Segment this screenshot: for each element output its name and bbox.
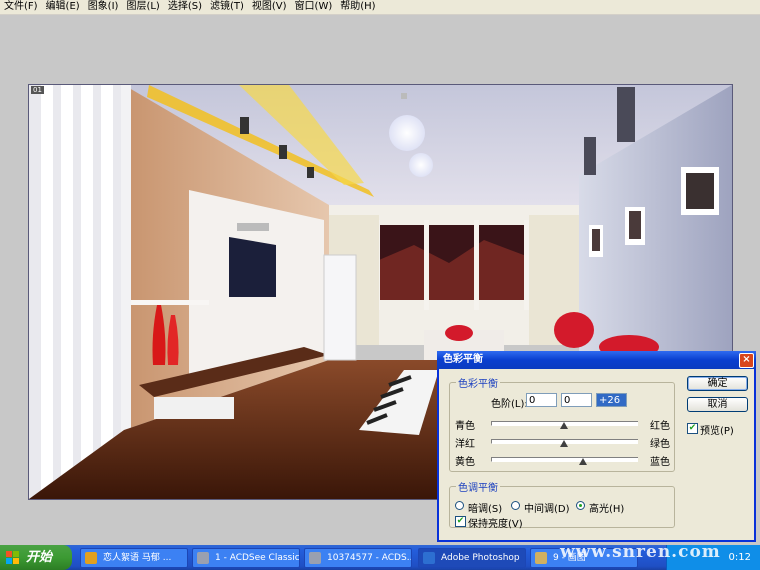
slider-thumb-icon[interactable] xyxy=(560,440,568,447)
preview-label: 预览(P) xyxy=(700,426,734,437)
radio-midtones[interactable] xyxy=(511,501,520,510)
task-button-photoshop[interactable]: Adobe Photoshop xyxy=(418,548,526,568)
task-button-music[interactable]: 恋人絮语 马郁 ... xyxy=(80,548,188,568)
task-button-acdsee-2[interactable]: 10374577 - ACDS... xyxy=(304,548,412,568)
menu-help[interactable]: 帮助(H) xyxy=(336,0,379,14)
level-cyan-red-input[interactable] xyxy=(526,393,557,407)
cancel-button[interactable]: 取消 xyxy=(687,397,748,412)
music-app-icon xyxy=(85,552,97,564)
slider-label-red: 红色 xyxy=(650,421,670,432)
radio-highlights-label: 高光(H) xyxy=(589,504,625,515)
slider-label-yellow: 黄色 xyxy=(455,457,475,468)
dialog-titlebar[interactable]: 色彩平衡 × xyxy=(437,351,756,369)
preserve-luminosity-checkbox[interactable]: ✔ xyxy=(455,516,466,527)
photoshop-icon xyxy=(423,552,435,564)
menu-window[interactable]: 窗口(W) xyxy=(291,0,337,14)
menu-file[interactable]: 文件(F) xyxy=(0,0,42,14)
yellow-blue-slider[interactable] xyxy=(491,457,638,462)
menu-view[interactable]: 视图(V) xyxy=(248,0,291,14)
preserve-luminosity-label: 保持亮度(V) xyxy=(468,519,523,530)
color-balance-legend: 色彩平衡 xyxy=(458,379,498,390)
tone-balance-legend: 色调平衡 xyxy=(458,483,498,494)
menu-edit[interactable]: 编辑(E) xyxy=(42,0,84,14)
start-button[interactable]: 开始 xyxy=(0,545,72,570)
task-label: 恋人絮语 马郁 ... xyxy=(103,553,172,563)
slider-label-green: 绿色 xyxy=(650,439,670,450)
slider-label-cyan: 青色 xyxy=(455,421,475,432)
menu-select[interactable]: 选择(S) xyxy=(164,0,206,14)
start-label: 开始 xyxy=(26,550,53,565)
preview-checkbox[interactable]: ✔ xyxy=(687,423,698,434)
watermark: www.snren.com xyxy=(560,542,721,562)
radio-shadows[interactable] xyxy=(455,501,464,510)
slider-thumb-icon[interactable] xyxy=(560,422,568,429)
radio-shadows-label: 暗调(S) xyxy=(468,504,503,515)
tv-console-top xyxy=(237,223,269,231)
slider-label-blue: 蓝色 xyxy=(650,457,670,468)
color-balance-dialog: 色彩平衡 × 色彩平衡 色阶(L): 青色 红色 洋红 绿色 黄色 蓝色 色调平… xyxy=(437,351,756,542)
slider-label-magenta: 洋红 xyxy=(455,439,475,450)
paint-icon xyxy=(535,552,547,564)
ok-button[interactable]: 确定 xyxy=(687,376,748,391)
task-button-acdsee-1[interactable]: 1 - ACDSee Classic xyxy=(192,548,300,568)
slider-thumb-icon[interactable] xyxy=(579,458,587,465)
menu-bar: 文件(F) 编辑(E) 图象(I) 图层(L) 选择(S) 滤镜(T) 视图(V… xyxy=(0,0,760,15)
menu-filter[interactable]: 滤镜(T) xyxy=(206,0,248,14)
task-label: 10374577 - ACDS... xyxy=(327,553,412,563)
task-label: Adobe Photoshop xyxy=(441,553,520,563)
close-icon[interactable]: × xyxy=(739,353,754,368)
level-magenta-green-input[interactable] xyxy=(561,393,592,407)
dialog-title: 色彩平衡 xyxy=(443,354,483,365)
radio-highlights[interactable] xyxy=(576,501,585,510)
menu-image[interactable]: 图象(I) xyxy=(84,0,123,14)
levels-label: 色阶(L): xyxy=(491,399,528,410)
document-zoom-indicator: 01 xyxy=(31,86,44,94)
windows-logo-icon xyxy=(6,551,19,564)
menu-layer[interactable]: 图层(L) xyxy=(122,0,163,14)
acdsee-icon xyxy=(197,552,209,564)
level-yellow-blue-input[interactable] xyxy=(596,393,627,407)
task-label: 1 - ACDSee Classic xyxy=(215,553,300,563)
radio-midtones-label: 中间调(D) xyxy=(524,504,570,515)
acdsee-icon xyxy=(309,552,321,564)
clock: 0:12 xyxy=(728,552,751,563)
